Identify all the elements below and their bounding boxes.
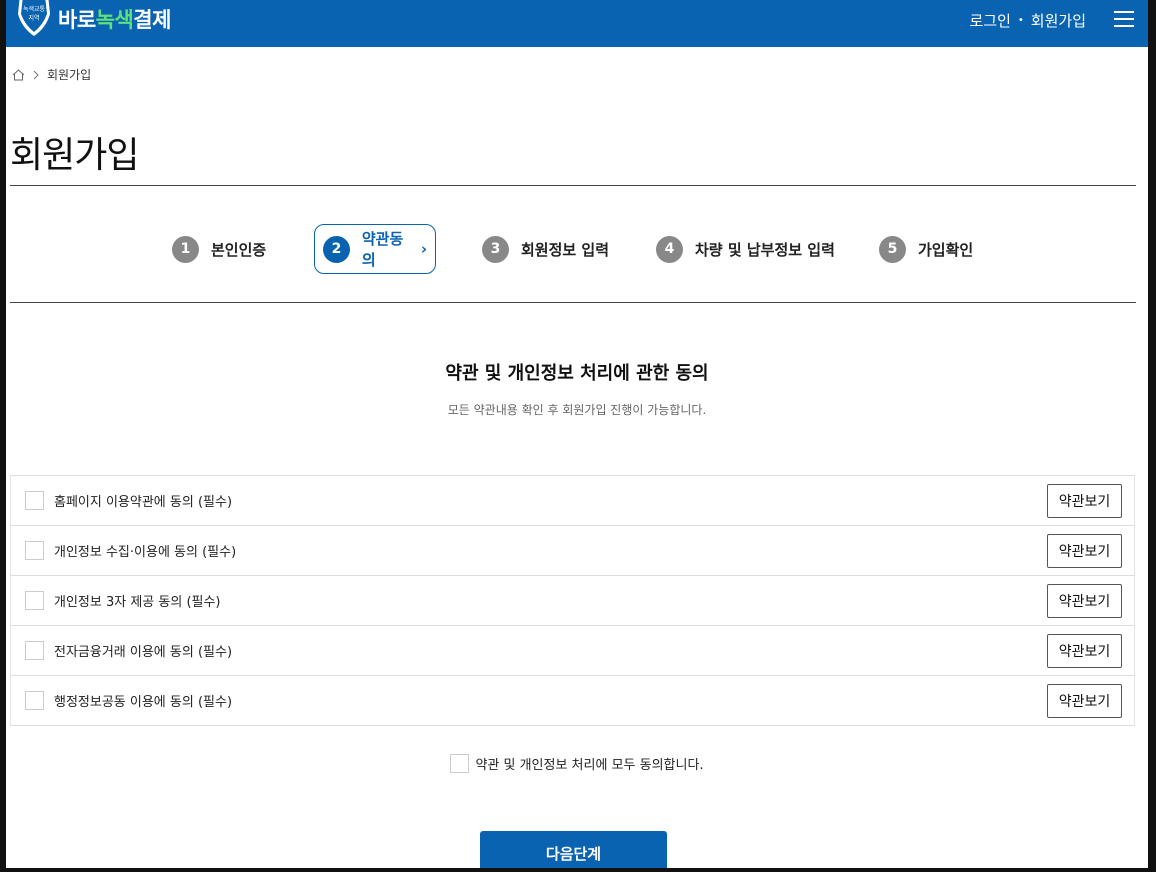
- agree-all: 약관 및 개인정보 처리에 모두 동의합니다.: [6, 754, 1148, 773]
- signup-steps: 1 본인인증 2 약관동의 › 3 회원정보 입력 4 차량 및 납부정보 입력…: [6, 224, 1148, 276]
- view-terms-button[interactable]: 약관보기: [1047, 534, 1122, 568]
- logo-badge-icon[interactable]: 녹색교통 지역: [16, 0, 52, 38]
- view-terms-button[interactable]: 약관보기: [1047, 484, 1122, 518]
- term-label: 개인정보 3자 제공 동의 (필수): [54, 595, 221, 610]
- site-logo[interactable]: 바로녹색결제: [58, 4, 171, 34]
- step-2-active: 2 약관동의 ›: [314, 224, 436, 274]
- step-label: 차량 및 납부정보 입력: [695, 240, 835, 259]
- step-number: 4: [656, 235, 683, 263]
- term-label: 전자금융거래 이용에 동의 (필수): [54, 645, 233, 660]
- logo-text-part1: 바로: [58, 8, 96, 32]
- step-number: 1: [172, 235, 199, 263]
- step-label: 약관동의: [361, 230, 404, 269]
- section-subtitle: 모든 약관내용 확인 후 회원가입 진행이 가능합니다.: [447, 403, 707, 417]
- section-title: 약관 및 개인정보 처리에 관한 동의: [445, 363, 709, 384]
- logo-badge-line1: 녹색교통: [23, 5, 46, 13]
- hamburger-menu-icon[interactable]: [1114, 11, 1134, 27]
- next-step-button[interactable]: 다음단계: [480, 831, 667, 868]
- site-header: 녹색교통 지역 바로녹색결제 로그인 • 회원가입: [6, 0, 1148, 47]
- view-terms-button[interactable]: 약관보기: [1047, 684, 1122, 718]
- logo-badge-line2: 지역: [28, 14, 39, 22]
- home-icon[interactable]: [12, 68, 25, 81]
- breadcrumb-current: 회원가입: [47, 68, 92, 82]
- agree-all-checkbox[interactable]: [450, 754, 470, 773]
- view-terms-button[interactable]: 약관보기: [1047, 634, 1122, 668]
- term-checkbox[interactable]: [25, 691, 44, 710]
- terms-list: 홈페이지 이용약관에 동의 (필수) 약관보기 개인정보 수집·이용에 동의 (…: [10, 475, 1135, 726]
- term-row: 전자금융거래 이용에 동의 (필수) 약관보기: [10, 626, 1135, 676]
- logo-text-part3: 결제: [133, 8, 171, 32]
- chevron-right-icon: ›: [420, 240, 427, 258]
- breadcrumb: 회원가입: [12, 66, 91, 83]
- step-number: 5: [879, 235, 906, 263]
- top-links: 로그인 • 회원가입: [969, 10, 1086, 31]
- step-label: 가입확인: [918, 240, 974, 259]
- term-row: 홈페이지 이용약관에 동의 (필수) 약관보기: [10, 476, 1135, 526]
- term-checkbox[interactable]: [25, 591, 44, 610]
- term-label: 행정정보공동 이용에 동의 (필수): [54, 695, 233, 710]
- signup-link[interactable]: 회원가입: [1031, 12, 1086, 30]
- steps-divider: [10, 302, 1136, 303]
- term-checkbox[interactable]: [25, 641, 44, 660]
- term-label: 홈페이지 이용약관에 동의 (필수): [54, 495, 233, 510]
- agree-all-label: 약관 및 개인정보 처리에 모두 동의합니다.: [475, 758, 704, 773]
- term-checkbox[interactable]: [25, 541, 44, 560]
- view-terms-button[interactable]: 약관보기: [1047, 584, 1122, 618]
- term-row: 개인정보 수집·이용에 동의 (필수) 약관보기: [10, 526, 1135, 576]
- step-label: 회원정보 입력: [521, 240, 610, 259]
- term-label: 개인정보 수집·이용에 동의 (필수): [54, 545, 237, 560]
- login-link[interactable]: 로그인: [969, 12, 1010, 30]
- term-row: 개인정보 3자 제공 동의 (필수) 약관보기: [10, 576, 1135, 626]
- logo-text-part2: 녹색: [95, 8, 134, 32]
- step-3: 3 회원정보 입력: [482, 224, 609, 274]
- browser-viewport: 녹색교통 지역 바로녹색결제 로그인 • 회원가입 회원가입 회원가입 1 본인인증…: [6, 0, 1148, 868]
- step-number: 3: [482, 235, 509, 263]
- step-5: 5 가입확인: [879, 224, 973, 274]
- step-number: 2: [323, 235, 350, 263]
- term-checkbox[interactable]: [25, 491, 44, 510]
- step-label: 본인인증: [211, 240, 267, 259]
- step-4: 4 차량 및 납부정보 입력: [656, 224, 835, 274]
- page-title: 회원가입: [10, 135, 139, 176]
- title-divider: [10, 185, 1136, 186]
- term-row: 행정정보공동 이용에 동의 (필수) 약관보기: [10, 676, 1135, 726]
- chevron-right-icon: [33, 70, 39, 79]
- step-1: 1 본인인증: [172, 224, 266, 274]
- link-separator: •: [1017, 15, 1024, 26]
